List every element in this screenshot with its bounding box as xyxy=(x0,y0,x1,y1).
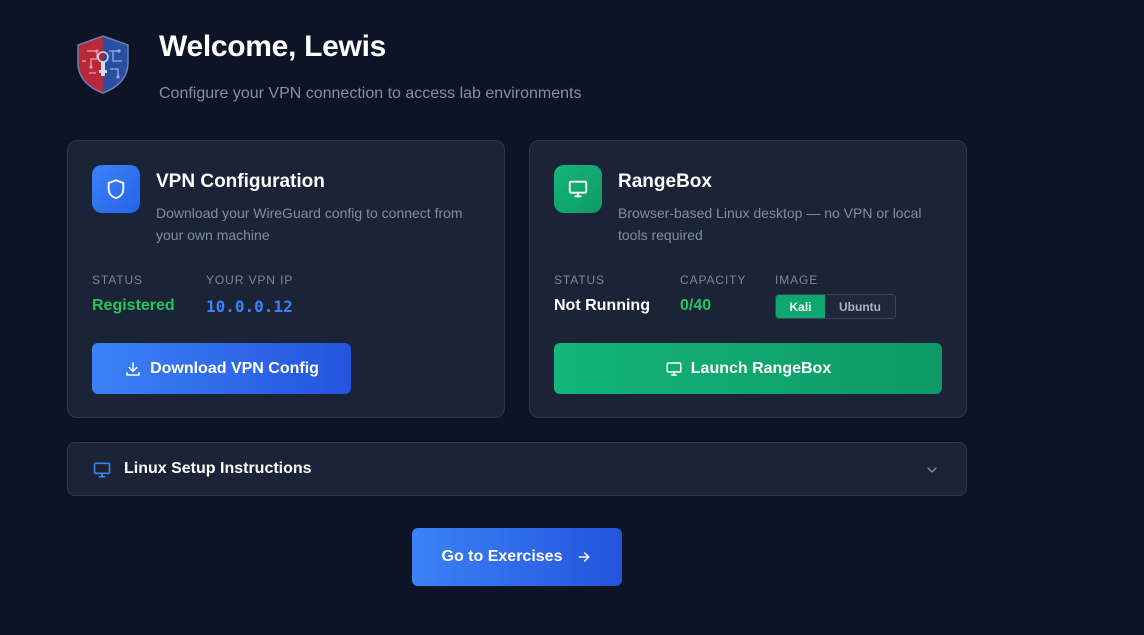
page: Welcome, Lewis Configure your VPN connec… xyxy=(0,0,1144,635)
vpn-ip-label: YOUR VPN IP xyxy=(206,273,294,287)
shield-icon xyxy=(92,165,140,213)
monitor-icon xyxy=(665,360,683,378)
go-to-exercises-button[interactable]: Go to Exercises xyxy=(412,528,622,586)
monitor-icon xyxy=(92,460,112,480)
page-subtitle: Configure your VPN connection to access … xyxy=(159,85,582,102)
launch-rangebox-label: Launch RangeBox xyxy=(690,359,832,377)
image-option-kali[interactable]: Kali xyxy=(776,295,825,318)
download-icon xyxy=(124,360,142,378)
rangebox-status-value: Not Running xyxy=(554,297,650,314)
rangebox-card-title: RangeBox xyxy=(618,171,712,192)
monitor-icon xyxy=(554,165,602,213)
chevron-down-icon[interactable] xyxy=(924,462,940,478)
vpn-ip-value: 10.0.0.12 xyxy=(206,297,293,316)
vpn-card-title: VPN Configuration xyxy=(156,171,325,192)
download-vpn-config-button[interactable]: Download VPN Config xyxy=(92,343,351,394)
vpn-status-label: STATUS xyxy=(92,273,143,287)
image-label: IMAGE xyxy=(775,273,819,287)
download-vpn-config-label: Download VPN Config xyxy=(150,359,319,377)
vpn-card-description: Download your WireGuard config to connec… xyxy=(156,205,463,243)
linux-setup-accordion[interactable]: Linux Setup Instructions xyxy=(67,442,967,496)
image-option-ubuntu[interactable]: Ubuntu xyxy=(825,295,895,318)
rangebox-card-description: Browser-based Linux desktop — no VPN or … xyxy=(618,205,922,243)
capacity-label: CAPACITY xyxy=(680,273,747,287)
arrow-right-icon xyxy=(576,549,592,565)
rangebox-card: RangeBox Browser-based Linux desktop — n… xyxy=(529,140,967,418)
launch-rangebox-button[interactable]: Launch RangeBox xyxy=(554,343,942,394)
vpn-configuration-card: VPN Configuration Download your WireGuar… xyxy=(67,140,505,418)
shield-logo xyxy=(72,33,134,95)
rangebox-status-label: STATUS xyxy=(554,273,605,287)
vpn-status-value: Registered xyxy=(92,297,175,314)
page-title: Welcome, Lewis xyxy=(159,30,386,63)
capacity-value: 0/40 xyxy=(680,297,712,314)
go-to-exercises-label: Go to Exercises xyxy=(441,548,563,565)
image-selector: Kali Ubuntu xyxy=(775,294,896,319)
accordion-title: Linux Setup Instructions xyxy=(124,460,312,477)
